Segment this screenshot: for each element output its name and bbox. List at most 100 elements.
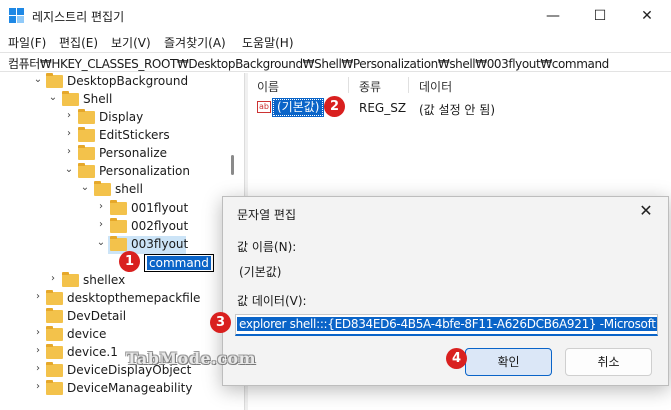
- menu-view[interactable]: 보기(V): [111, 34, 151, 51]
- chevron-right-icon[interactable]: ›: [96, 201, 106, 212]
- chevron-down-icon[interactable]: ⌄: [33, 74, 43, 85]
- chevron-down-icon[interactable]: ⌄: [48, 92, 58, 103]
- folder-icon: [110, 218, 127, 233]
- tree-item-shellex[interactable]: › shellex: [0, 272, 244, 290]
- tree-item-label: Display: [99, 110, 144, 124]
- folder-icon: [46, 326, 63, 341]
- minimize-button[interactable]: —: [530, 0, 576, 32]
- chevron-right-icon[interactable]: ›: [64, 110, 74, 121]
- tree-item-label: shell: [115, 182, 143, 196]
- tree-item-desktopbackground[interactable]: ⌄ DesktopBackground: [0, 73, 244, 91]
- tree-item-label: Shell: [83, 92, 113, 106]
- folder-icon: [110, 236, 127, 251]
- value-name[interactable]: (기본값): [271, 98, 325, 117]
- chevron-right-icon[interactable]: ›: [33, 381, 43, 392]
- address-path[interactable]: 컴퓨터₩HKEY_CLASSES_ROOT₩DesktopBackground₩…: [8, 55, 609, 72]
- rename-input[interactable]: command: [144, 254, 214, 272]
- string-value-icon: ab: [257, 101, 271, 113]
- chevron-right-icon[interactable]: ›: [33, 291, 43, 302]
- tree-item-003flyout[interactable]: ⌄ 003flyout: [0, 236, 244, 254]
- maximize-button[interactable]: ☐: [577, 0, 623, 32]
- value-data: (값 설정 안 됨): [419, 103, 496, 117]
- tree-item-shell[interactable]: ⌄ Shell: [0, 91, 244, 109]
- chevron-down-icon[interactable]: ⌄: [96, 237, 106, 248]
- value-type: REG_SZ: [359, 101, 407, 115]
- column-header-type[interactable]: 종류: [359, 78, 381, 95]
- tree-item-personalize[interactable]: › Personalize: [0, 145, 244, 163]
- folder-icon: [46, 362, 63, 377]
- menu-help[interactable]: 도움말(H): [242, 34, 294, 51]
- value-data-text[interactable]: explorer shell:::{ED834ED6-4B5A-4bfe-8F1…: [237, 317, 657, 331]
- menu-favorites[interactable]: 즐겨찾기(A): [164, 34, 226, 51]
- folder-icon: [62, 272, 79, 287]
- step-badge-3: 3: [210, 312, 231, 333]
- menu-bar: 파일(F) 편집(E) 보기(V) 즐겨찾기(A) 도움말(H): [0, 32, 671, 52]
- folder-icon: [46, 344, 63, 359]
- watermark: TabMode.com: [126, 349, 257, 368]
- folder-icon: [78, 145, 95, 160]
- chevron-right-icon[interactable]: ›: [48, 273, 58, 284]
- chevron-right-icon[interactable]: ›: [64, 146, 74, 157]
- folder-icon: [46, 308, 63, 323]
- folder-icon: [46, 73, 63, 88]
- chevron-right-icon[interactable]: ›: [33, 327, 43, 338]
- title-bar: 레지스트리 편집기 — ☐ ✕: [0, 0, 671, 32]
- tree-item-personalization[interactable]: ⌄ Personalization: [0, 163, 244, 181]
- column-divider[interactable]: [408, 77, 409, 93]
- close-button[interactable]: ✕: [624, 0, 670, 32]
- tree-item-label: DeviceManageability: [67, 381, 193, 395]
- value-name-label: 값 이름(N):: [237, 240, 297, 254]
- tree-item-label: Personalize: [99, 146, 168, 160]
- tree-item-label: DevDetail: [67, 309, 127, 323]
- folder-icon: [78, 109, 95, 124]
- tree-item-label: 002flyout: [131, 219, 189, 233]
- chevron-down-icon[interactable]: ⌄: [64, 164, 74, 175]
- dialog-title: 문자열 편집: [237, 208, 297, 222]
- menu-edit[interactable]: 편집(E): [59, 34, 98, 51]
- cancel-button[interactable]: 취소: [565, 348, 652, 376]
- ok-button[interactable]: 확인: [465, 348, 552, 376]
- window-title: 레지스트리 편집기: [32, 10, 125, 24]
- chevron-right-icon[interactable]: ›: [96, 219, 106, 230]
- folder-icon: [46, 290, 63, 305]
- tree-item-device[interactable]: › device: [0, 326, 244, 344]
- tree-item-desktopthemepackfile[interactable]: › desktopthemepackfile: [0, 290, 244, 308]
- chevron-down-icon[interactable]: ⌄: [80, 182, 90, 193]
- tree-item-label: Personalization: [99, 164, 190, 178]
- tree-item-shell-sub[interactable]: ⌄ shell: [0, 181, 244, 199]
- folder-icon: [62, 91, 79, 106]
- tree-item-001flyout[interactable]: › 001flyout: [0, 200, 244, 218]
- tree-item-label: DesktopBackground: [67, 74, 189, 88]
- value-name-text: (기본값): [239, 265, 282, 279]
- tree-item-label: EditStickers: [99, 128, 170, 142]
- chevron-right-icon[interactable]: ›: [33, 363, 43, 374]
- tree-item-label: 001flyout: [131, 201, 189, 215]
- folder-icon: [78, 163, 95, 178]
- column-header-name[interactable]: 이름: [257, 78, 279, 95]
- tree-scrollbar-thumb[interactable]: [231, 155, 234, 175]
- chevron-right-icon[interactable]: ›: [64, 128, 74, 139]
- column-header-data[interactable]: 데이터: [419, 78, 452, 95]
- tree-item-devdetail[interactable]: DevDetail: [0, 308, 244, 326]
- step-badge-1: 1: [119, 251, 140, 272]
- tree-item-label: device: [67, 327, 107, 341]
- dialog-close-button[interactable]: ✕: [634, 201, 658, 220]
- chevron-right-icon[interactable]: ›: [33, 345, 43, 356]
- folder-icon: [110, 200, 127, 215]
- rename-input-text[interactable]: command: [147, 256, 211, 270]
- value-name-field: (기본값): [235, 260, 658, 282]
- registry-editor-icon: [9, 8, 25, 24]
- tree-item-label: device.1: [67, 345, 118, 359]
- value-data-input[interactable]: explorer shell:::{ED834ED6-4B5A-4bfe-8F1…: [235, 314, 658, 336]
- value-data-label: 값 데이터(V):: [237, 294, 307, 308]
- tree-item-devicemanageability[interactable]: › DeviceManageability: [0, 380, 244, 398]
- tree-item-label: 003flyout: [131, 237, 189, 251]
- tree-item-002flyout[interactable]: › 002flyout: [0, 218, 244, 236]
- address-bar[interactable]: 컴퓨터₩HKEY_CLASSES_ROOT₩DesktopBackground₩…: [0, 52, 671, 72]
- folder-icon: [46, 380, 63, 395]
- tree-item-editstickers[interactable]: › EditStickers: [0, 127, 244, 145]
- menu-file[interactable]: 파일(F): [8, 34, 46, 51]
- tree-item-label: desktopthemepackfile: [67, 291, 201, 305]
- column-divider[interactable]: [348, 77, 349, 93]
- tree-item-display[interactable]: › Display: [0, 109, 244, 127]
